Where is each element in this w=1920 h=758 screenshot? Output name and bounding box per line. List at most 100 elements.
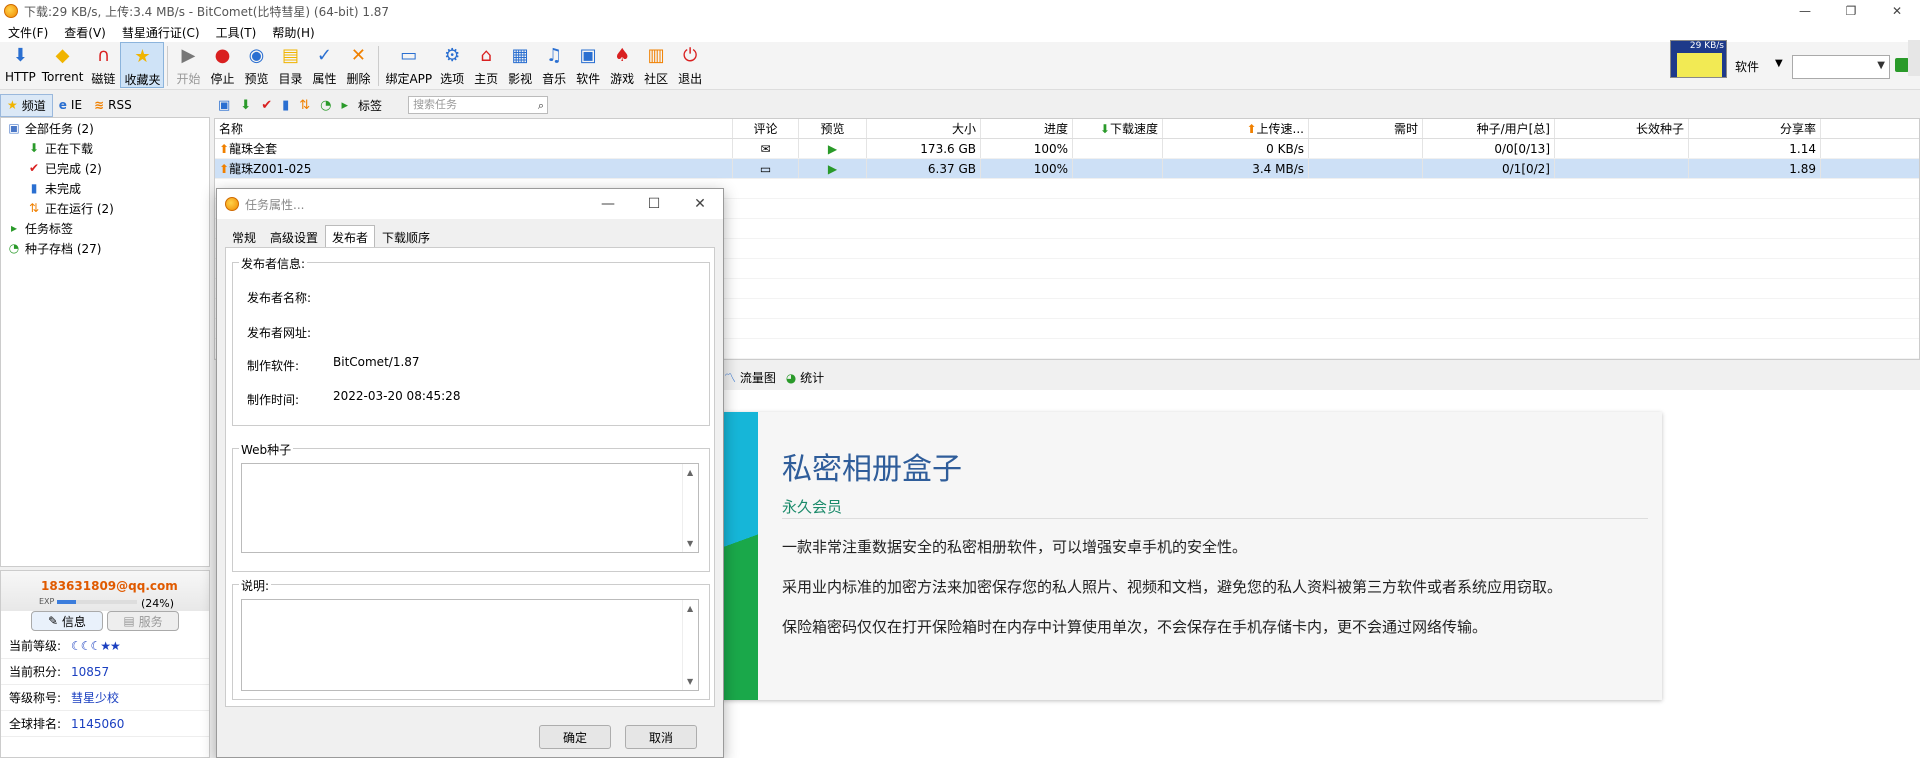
table-cell-down: [1073, 139, 1163, 158]
search-combo[interactable]: ▼: [1792, 55, 1890, 79]
column-header[interactable]: 进度: [981, 119, 1073, 138]
detail-tab-0[interactable]: 〽 流量图: [724, 369, 776, 386]
scroll-up-icon[interactable]: ▲: [687, 604, 693, 613]
ok-button[interactable]: 确定: [539, 725, 611, 749]
sidebar-tab-0[interactable]: ★ 频道: [0, 93, 53, 117]
column-header[interactable]: 需时: [1309, 119, 1423, 138]
sidebar-item[interactable]: ▣ 全部任务 (2): [1, 118, 209, 138]
user-stat-label: 当前等级:: [8, 639, 61, 653]
ad-card[interactable]: 私密相册盒子 永久会员 一款非常注重数据安全的私密相册软件，可以增强安卓手机的安…: [722, 412, 1662, 700]
column-header[interactable]: 名称: [215, 119, 733, 138]
upload-speed-icon: ⬆: [1246, 121, 1257, 136]
sidebar-item[interactable]: ▸ 任务标签: [1, 218, 209, 238]
dialog-tab-3[interactable]: 下载顺序: [375, 225, 437, 247]
cancel-button[interactable]: 取消: [625, 725, 697, 749]
table-row[interactable]: ⬆ 龍珠全套 ✉ ▶ 173.6 GB 100% 0 KB/s 0/0[0/13] 1.14: [215, 139, 1919, 159]
properties-button[interactable]: ✓ 属性: [307, 42, 341, 88]
menu-view[interactable]: 查看(V): [56, 24, 114, 41]
running-icon[interactable]: ⇅: [299, 98, 310, 113]
column-header[interactable]: 长效种子: [1555, 119, 1689, 138]
detail-tab-1[interactable]: ◕ 统计: [786, 369, 824, 386]
go-icon[interactable]: [1895, 58, 1909, 72]
directory-button[interactable]: ▤ 目录: [273, 42, 307, 88]
checkmark-icon[interactable]: ✔: [261, 98, 272, 113]
scroll-down-icon[interactable]: ▼: [687, 677, 693, 686]
search-input[interactable]: 搜索任务 ⌕: [408, 96, 549, 114]
dialog-maximize-button[interactable]: ☐: [631, 189, 677, 219]
scroll-up-icon[interactable]: ▲: [687, 468, 693, 477]
community-button[interactable]: ▥ 社区: [639, 42, 673, 88]
dialog-tab-2[interactable]: 发布者: [325, 225, 376, 247]
new-task-icon[interactable]: ▣: [218, 98, 230, 113]
column-header[interactable]: 分享率: [1689, 119, 1821, 138]
close-button[interactable]: ✕: [1874, 0, 1920, 22]
search-icon[interactable]: ⌕: [538, 98, 544, 114]
chevron-down-icon[interactable]: ▼: [1877, 60, 1885, 71]
home-button[interactable]: ⌂ 主页: [469, 42, 503, 88]
dialog-title-bar[interactable]: 任务属性... — ☐ ✕: [217, 189, 723, 219]
note-scrollbar[interactable]: ▲ ▼: [682, 600, 698, 690]
user-email[interactable]: 183631809@qq.com: [41, 579, 178, 593]
column-header[interactable]: 种子/用户[总]: [1423, 119, 1555, 138]
web-seed-scrollbar[interactable]: ▲ ▼: [682, 464, 698, 552]
sidebar-item-icon: ⇅: [28, 201, 40, 215]
menu-tools[interactable]: 工具(T): [208, 24, 265, 41]
software-dropdown-icon[interactable]: ▼: [1775, 58, 1783, 69]
tag-icon[interactable]: ▸: [342, 98, 349, 113]
sidebar-item[interactable]: ▮ 未完成: [1, 178, 209, 198]
info-button[interactable]: ✎ 信息: [31, 611, 103, 631]
torrent-button[interactable]: ◆ Torrent: [39, 42, 87, 88]
dialog-minimize-button[interactable]: —: [585, 189, 631, 219]
column-header[interactable]: 预览: [799, 119, 867, 138]
column-header[interactable]: ⬇ 下载速度: [1073, 119, 1163, 138]
column-header[interactable]: ⬆ 上传速...: [1163, 119, 1309, 138]
sidebar-item[interactable]: ⇅ 正在运行 (2): [1, 198, 209, 218]
dialog-close-button[interactable]: ✕: [677, 189, 723, 219]
sidebar-item[interactable]: ◔ 种子存档 (27): [1, 238, 209, 258]
column-header[interactable]: 评论: [733, 119, 799, 138]
user-stat-value[interactable]: 彗星少校: [71, 689, 119, 706]
games-button[interactable]: ♠ 游戏: [605, 42, 639, 88]
preview-button[interactable]: ◉ 预览: [239, 42, 273, 88]
table-cell-size: 173.6 GB: [867, 139, 981, 158]
video-button[interactable]: ▦ 影视: [503, 42, 537, 88]
archive-icon[interactable]: ◔: [320, 98, 331, 113]
favorites-button[interactable]: ★ 收藏夹: [120, 42, 165, 88]
sidebar-tab-2[interactable]: ≋ RSS: [88, 96, 138, 114]
column-header-label: 下载速度: [1109, 122, 1158, 136]
software-button[interactable]: ▣ 软件: [571, 42, 605, 88]
web-seed-textarea[interactable]: ▲ ▼: [241, 463, 699, 553]
speed-graph[interactable]: 29 KB/s: [1670, 40, 1727, 78]
menu-file[interactable]: 文件(F): [0, 24, 56, 41]
note-textarea[interactable]: ▲ ▼: [241, 599, 699, 691]
sidebar-item[interactable]: ⬇ 正在下载: [1, 138, 209, 158]
dialog-tab-0[interactable]: 常规: [225, 225, 263, 247]
sidebar-tab-1[interactable]: e IE: [53, 96, 88, 114]
table-cell-peers: 0/1[0/2]: [1423, 159, 1555, 178]
sidebar-item[interactable]: ✔ 已完成 (2): [1, 158, 209, 178]
magnet-button[interactable]: ∩ 磁链: [86, 42, 120, 88]
table-row[interactable]: ⬆ 龍珠Z001-025 ▭ ▶ 6.37 GB 100% 3.4 MB/s 0/1[0/2…: [215, 159, 1919, 179]
dialog-tab-1[interactable]: 高级设置: [263, 225, 325, 247]
minimize-button[interactable]: —: [1782, 0, 1828, 22]
menu-help[interactable]: 帮助(H): [264, 24, 322, 41]
http-button[interactable]: ⬇ HTTP: [2, 42, 39, 88]
options-button[interactable]: ⚙ 选项: [435, 42, 469, 88]
bind-app-button[interactable]: ▭ 绑定APP: [382, 42, 435, 88]
service-button[interactable]: ▤ 服务: [107, 611, 179, 631]
music-button[interactable]: ♫ 音乐: [537, 42, 571, 88]
sidebar-tab-icon: e: [58, 98, 67, 112]
stop-button[interactable]: ● 停止: [205, 42, 239, 88]
window-scrollbar[interactable]: [1908, 40, 1920, 76]
delete-button[interactable]: ✕ 删除: [341, 42, 375, 88]
unfinished-icon[interactable]: ▮: [282, 98, 289, 113]
start-button[interactable]: ▶ 开始: [171, 42, 205, 88]
maximize-button[interactable]: ❐: [1828, 0, 1874, 22]
column-header[interactable]: 大小: [867, 119, 981, 138]
tag-label[interactable]: 标签: [358, 97, 382, 114]
scroll-down-icon[interactable]: ▼: [687, 539, 693, 548]
dialog-body: 常规 高级设置 发布者 下载顺序 发布者信息: 发布者名称: 发布者网址: 制作软件:…: [217, 219, 723, 757]
menu-passport[interactable]: 彗星通行证(C): [114, 24, 208, 41]
exit-button[interactable]: ⏻ 退出: [673, 42, 707, 88]
download-icon[interactable]: ⬇: [240, 98, 251, 113]
